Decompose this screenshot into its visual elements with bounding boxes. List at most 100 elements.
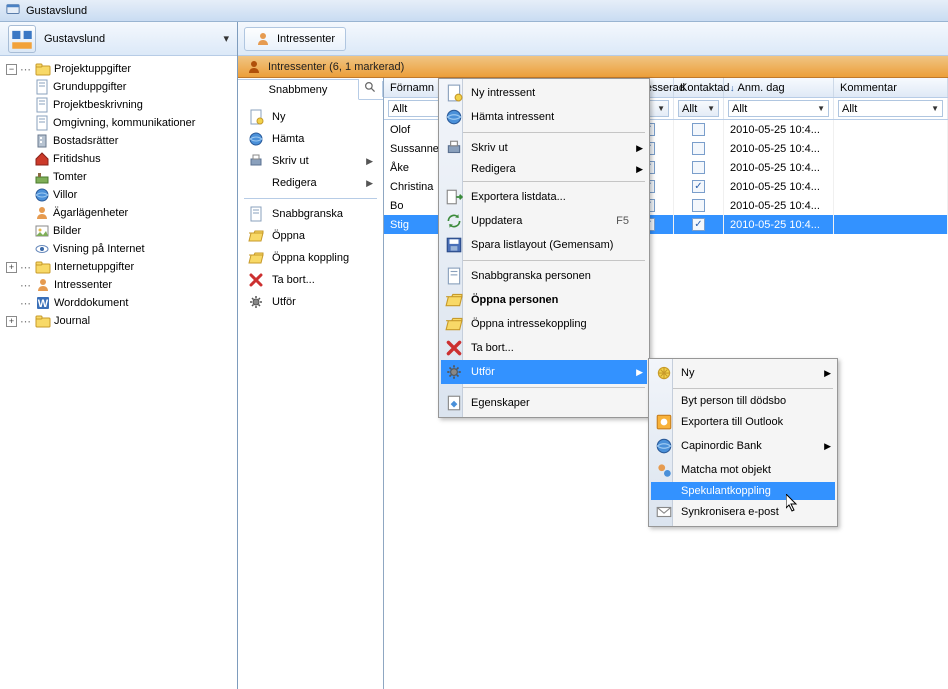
quick-menu-item[interactable]: Öppna koppling [238,247,383,269]
svg-text:W: W [38,298,49,310]
checkbox[interactable] [692,123,705,136]
tree-toggle-icon[interactable]: − [6,64,17,75]
tree-toggle-icon[interactable]: + [6,262,17,273]
column-header[interactable]: ↓Anm. dag [724,78,834,97]
menu-item[interactable]: Capinordic Bank▶ [651,434,835,458]
match-icon [655,461,673,479]
menu-item[interactable]: Utför ▶ [441,360,647,384]
folder-icon [35,259,51,275]
quick-menu-label: Skriv ut [272,155,309,167]
menu-item[interactable]: Ta bort... [441,336,647,360]
chevron-right-icon: ▶ [636,367,643,378]
tree-item[interactable]: Bilder [2,222,235,240]
quick-menu-item[interactable]: Öppna [238,225,383,247]
filter-dropdown[interactable]: Allt▼ [838,100,943,117]
checkbox[interactable] [692,199,705,212]
tree-item[interactable]: Ägarlägenheter [2,204,235,222]
filter-dropdown[interactable]: Allt▼ [678,100,719,117]
menu-item-label: Skriv ut [471,142,629,154]
column-header[interactable]: Kommentar [834,78,948,97]
quick-menu-item[interactable]: Utför [238,291,383,313]
tree-item[interactable]: Villor [2,186,235,204]
column-header[interactable]: Kontaktad [674,78,724,97]
tree-item-label: Grunduppgifter [53,81,126,93]
tree-item[interactable]: Fritidshus [2,150,235,168]
person-icon [34,205,50,221]
menu-item[interactable]: Spara listlayout (Gemensam) [441,233,647,257]
person-icon [255,31,271,47]
tree-item[interactable]: Grunduppgifter [2,78,235,96]
folder-icon [35,61,51,77]
globe-icon [248,131,264,147]
tree-item[interactable]: Projektbeskrivning [2,96,235,114]
menu-item[interactable]: Egenskaper [441,391,647,415]
window-titlebar: Gustavslund [0,0,948,22]
menu-item[interactable]: Synkronisera e-post [651,500,835,524]
nav-header[interactable]: Gustavslund ▾ [0,22,237,56]
tree-item-label: Projektbeskrivning [53,99,143,111]
quick-menu-label: Ny [272,111,285,123]
menu-item-label: Spara listlayout (Gemensam) [471,239,629,251]
gear-icon [248,294,264,310]
tree-item-label: Bostadsrätter [53,135,118,147]
checkbox[interactable]: ✓ [692,218,705,231]
quick-menu-item[interactable]: Skriv ut▶ [238,150,383,172]
menu-item-label: Utför [471,366,629,378]
tree-item[interactable]: Bostadsrätter [2,132,235,150]
tree-item[interactable]: ⋯Intressenter [2,276,235,294]
menu-item[interactable]: Matcha mot objekt [651,458,835,482]
checkbox[interactable]: ✓ [692,180,705,193]
nav-tree: −⋯Projektuppgifter Grunduppgifter Projektb… [0,56,237,334]
tree-item-label: Journal [54,315,90,327]
quick-menu-tab[interactable]: Snabbmeny [238,79,359,100]
menu-item[interactable]: Spekulantkoppling [651,482,835,500]
checkbox[interactable] [692,161,705,174]
menu-item[interactable]: Skriv ut▶ [441,136,647,160]
quick-menu-item[interactable]: Ta bort... [238,269,383,291]
tree-item[interactable]: +⋯Internetuppgifter [2,258,235,276]
menu-item[interactable]: UppdateraF5 [441,209,647,233]
quick-menu-item[interactable]: Ny [238,106,383,128]
tree-item[interactable]: ⋯WWorddokument [2,294,235,312]
tree-item[interactable]: Visning på Internet [2,240,235,258]
chevron-down-icon: ▼ [657,104,665,113]
chevron-right-icon: ▶ [636,164,643,175]
quick-menu-label: Hämta [272,133,304,145]
tree-toggle-icon[interactable]: + [6,316,17,327]
quick-menu-item[interactable]: Redigera▶ [238,172,383,194]
checkbox[interactable] [692,142,705,155]
tree-item-label: Worddokument [54,297,128,309]
menu-item[interactable]: Exportera till Outlook [651,410,835,434]
quick-menu-item[interactable]: Hämta [238,128,383,150]
menu-item[interactable]: Redigera▶ [441,160,647,178]
tree-item[interactable]: Tomter [2,168,235,186]
menu-item[interactable]: Ny▶ [651,361,835,385]
menu-item[interactable]: Hämta intressent [441,105,647,129]
search-tab[interactable] [359,81,383,97]
tree-item[interactable]: +⋯Journal [2,312,235,330]
newdoc-icon [248,109,264,125]
menu-item[interactable]: Byt person till dödsbo [651,392,835,410]
tree-item[interactable]: −⋯Projektuppgifter [2,60,235,78]
folderopen-icon [445,315,463,333]
menu-item[interactable]: Snabbgranska personen [441,264,647,288]
menu-item-label: Ny intressent [471,87,629,99]
menu-item-label: Capinordic Bank [681,440,817,452]
doc-icon [248,206,264,222]
intressenter-button[interactable]: Intressenter [244,27,346,51]
doc-icon [34,115,50,131]
context-menu: Ny intressentHämta intressentSkriv ut▶Re… [438,78,650,418]
folder-icon [35,313,51,329]
menu-item[interactable]: Exportera listdata... [441,185,647,209]
app-icon [6,2,20,19]
menu-item[interactable]: Öppna personen [441,288,647,312]
word-icon: W [35,295,51,311]
filter-dropdown[interactable]: Allt▼ [728,100,829,117]
chevron-down-icon: ▼ [931,104,939,113]
menu-item[interactable]: Ny intressent [441,81,647,105]
save-icon [445,236,463,254]
quick-menu-item[interactable]: Snabbgranska [238,203,383,225]
chevron-down-icon[interactable]: ▾ [223,32,229,45]
menu-item[interactable]: Öppna intressekoppling [441,312,647,336]
tree-item[interactable]: Omgivning, kommunikationer [2,114,235,132]
